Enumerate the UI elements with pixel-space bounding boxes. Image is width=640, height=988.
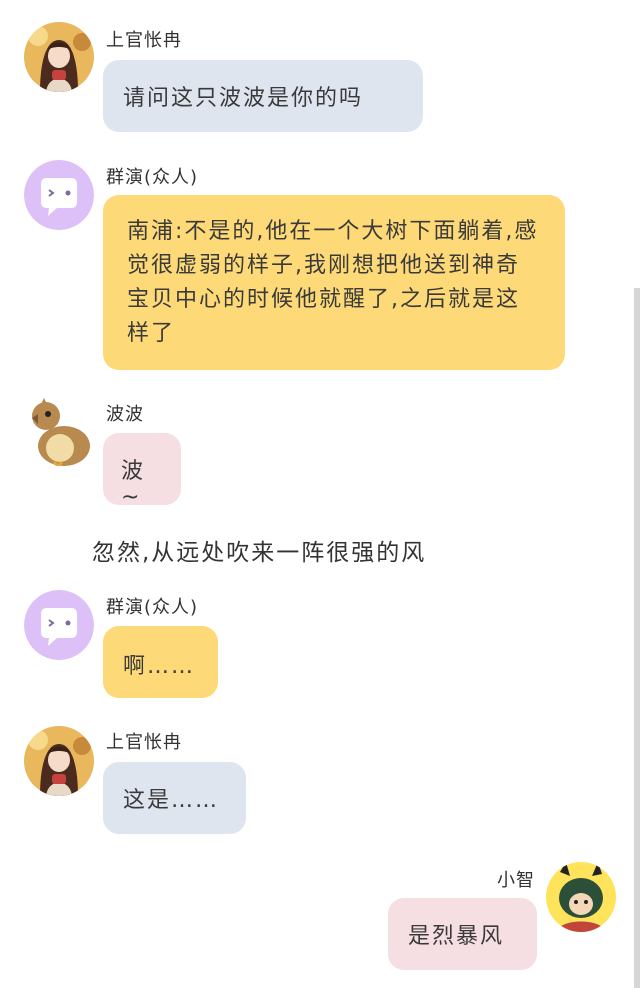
- avatar-xiaozhi[interactable]: [546, 862, 616, 932]
- chat-bubble-avatar-icon: [24, 590, 94, 660]
- anime-girl-avatar-icon: [24, 22, 94, 92]
- message-bubble[interactable]: 啊……: [103, 626, 218, 698]
- message-bubble[interactable]: 是烈暴风: [388, 898, 537, 970]
- sender-name: 群演(众人): [106, 597, 199, 618]
- message-bubble[interactable]: 波~: [103, 433, 181, 510]
- message-bubble[interactable]: 请问这只波波是你的吗: [103, 60, 423, 132]
- message-text: 请问这只波波是你的吗: [123, 86, 364, 111]
- avatar-crowd[interactable]: [24, 160, 94, 230]
- message-bubble[interactable]: 这是……: [103, 762, 246, 834]
- pidgey-avatar-icon: [24, 396, 94, 466]
- message-text: 这是……: [123, 788, 220, 813]
- message-text: 南浦:不是的,他在一个大树下面躺着,感觉很虚弱的样子,我刚想把他送到神奇宝贝中心…: [127, 219, 539, 346]
- anime-girl-avatar-icon: [24, 726, 94, 796]
- avatar-pidgey[interactable]: [24, 396, 94, 466]
- message-bubble[interactable]: 南浦:不是的,他在一个大树下面躺着,感觉很虚弱的样子,我刚想把他送到神奇宝贝中心…: [103, 195, 565, 370]
- scrollbar[interactable]: [634, 288, 640, 988]
- avatar-shangguan[interactable]: [24, 22, 94, 92]
- sender-name: 小智: [497, 870, 535, 891]
- message-text: 是烈暴风: [408, 924, 505, 949]
- message-text: 啊……: [123, 654, 196, 679]
- chat-bubble-avatar-icon: [24, 160, 94, 230]
- sender-name: 上官怅冉: [106, 30, 182, 51]
- narration-text: 忽然,从远处吹来一阵很强的风: [92, 540, 427, 566]
- message-text: 波~: [121, 459, 146, 510]
- sender-name: 波波: [106, 404, 144, 425]
- avatar-crowd[interactable]: [24, 590, 94, 660]
- sender-name: 上官怅冉: [106, 732, 182, 753]
- avatar-shangguan[interactable]: [24, 726, 94, 796]
- pikachu-hood-avatar-icon: [546, 862, 616, 932]
- sender-name: 群演(众人): [106, 167, 199, 188]
